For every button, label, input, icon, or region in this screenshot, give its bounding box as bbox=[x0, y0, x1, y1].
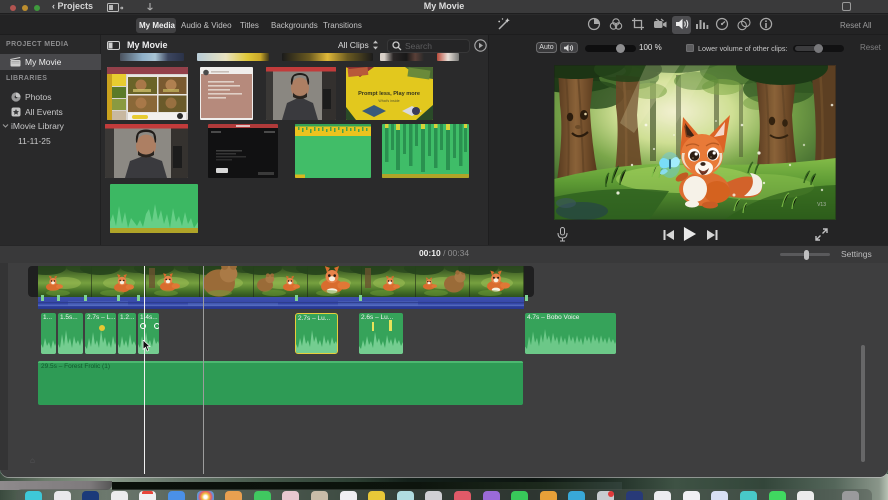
svg-text:Prompt less, Play more: Prompt less, Play more bbox=[358, 91, 420, 97]
svg-text:V13: V13 bbox=[817, 202, 826, 208]
svg-text:What's inside: What's inside bbox=[378, 99, 399, 103]
